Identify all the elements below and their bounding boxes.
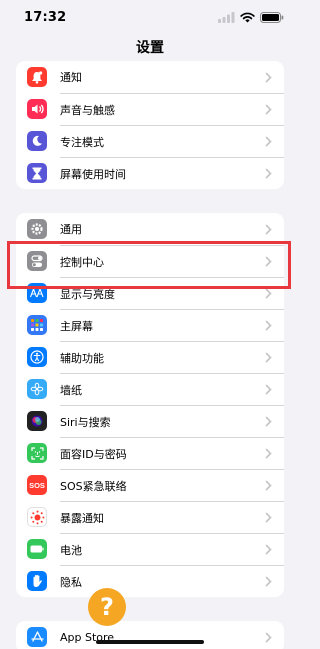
settings-row-faceid-passcode[interactable]: 面容ID与密码 <box>16 437 284 469</box>
page-title: 设置 <box>136 40 164 56</box>
chevron-right-icon <box>265 223 272 235</box>
settings-row-label: 主屏幕 <box>60 319 93 333</box>
settings-row-battery[interactable]: 电池 <box>16 533 284 565</box>
status-bar: 17:32 <box>0 0 300 34</box>
settings-row-app-store[interactable]: App Store <box>16 621 284 649</box>
chevron-right-icon <box>265 104 272 115</box>
battery-icon <box>27 539 47 559</box>
gear-icon <box>27 219 47 239</box>
settings-row-label: Siri与搜索 <box>60 415 111 429</box>
settings-row-label: 面容ID与密码 <box>60 447 127 461</box>
chevron-right-icon <box>265 544 272 555</box>
chevron-right-icon <box>265 576 272 587</box>
settings-row-screen-time[interactable]: 屏幕使用时间 <box>16 157 284 189</box>
settings-row-exposure-notifications[interactable]: 暴露通知 <box>16 501 284 533</box>
sos-icon: SOS <box>27 475 47 495</box>
exposure-icon <box>27 507 47 527</box>
settings-row-home-screen[interactable]: 主屏幕 <box>16 309 284 341</box>
settings-row-emergency-sos[interactable]: SOS SOS紧急联络 <box>16 469 284 501</box>
chevron-right-icon <box>265 168 272 179</box>
chevron-right-icon <box>265 384 272 395</box>
chevron-right-icon <box>265 416 272 427</box>
chevron-right-icon <box>265 256 272 267</box>
settings-row-wallpaper[interactable]: 墙纸 <box>16 373 284 405</box>
settings-row-privacy[interactable]: 隐私 <box>16 565 284 597</box>
chevron-right-icon <box>265 320 272 331</box>
settings-row-label: 屏幕使用时间 <box>60 167 126 181</box>
chevron-right-icon <box>265 288 272 299</box>
siri-icon <box>27 411 47 431</box>
chevron-right-icon <box>265 448 272 459</box>
settings-row-label: 通知 <box>60 71 82 84</box>
battery-status-icon <box>260 11 284 23</box>
settings-row-label: SOS紧急联络 <box>60 479 127 493</box>
settings-row-label: 暴露通知 <box>60 511 104 525</box>
settings-row-label: 电池 <box>60 543 82 557</box>
settings-row-notifications[interactable]: 通知 <box>16 61 284 93</box>
settings-row-label: 辅助功能 <box>60 351 104 365</box>
settings-row-focus[interactable]: 专注模式 <box>16 125 284 157</box>
settings-row-sounds[interactable]: 声音与触感 <box>16 93 284 125</box>
toggles-icon <box>27 251 47 271</box>
settings-row-label: 显示与亮度 <box>60 287 115 301</box>
home-grid-icon <box>27 315 47 335</box>
status-icons <box>218 11 284 23</box>
speaker-icon <box>27 99 47 119</box>
moon-icon <box>27 131 47 151</box>
settings-row-label: 隐私 <box>60 575 82 589</box>
settings-group-2: 通用 控制中心 显示与亮度 主屏幕 辅助功能 墙纸 Siri与搜索 面容ID与密… <box>16 213 284 597</box>
chevron-right-icon <box>265 136 272 147</box>
settings-row-label: 声音与触感 <box>60 103 115 117</box>
settings-group-3: App Store <box>16 621 284 649</box>
settings-row-siri-search[interactable]: Siri与搜索 <box>16 405 284 437</box>
settings-row-label: 墙纸 <box>60 383 82 397</box>
settings-row-label: 专注模式 <box>60 135 104 149</box>
bell-icon <box>27 67 47 87</box>
settings-row-label: 控制中心 <box>60 255 104 269</box>
hourglass-icon <box>27 163 47 183</box>
signal-icon <box>218 11 235 23</box>
settings-row-accessibility[interactable]: 辅助功能 <box>16 341 284 373</box>
settings-row-label: 通用 <box>60 223 82 236</box>
chevron-right-icon <box>265 480 272 491</box>
chevron-right-icon <box>265 71 272 83</box>
chevron-right-icon <box>265 352 272 363</box>
chevron-right-icon <box>265 631 272 643</box>
home-indicator <box>96 640 204 644</box>
chevron-right-icon <box>265 512 272 523</box>
settings-group-1: 通知 声音与触感 专注模式 屏幕使用时间 <box>16 61 284 189</box>
accessibility-icon <box>27 347 47 367</box>
appstore-icon <box>27 627 47 647</box>
settings-row-control-center[interactable]: 控制中心 <box>16 245 284 277</box>
question-mark-icon: ? <box>88 588 126 626</box>
settings-row-display-brightness[interactable]: 显示与亮度 <box>16 277 284 309</box>
status-time: 17:32 <box>24 9 67 25</box>
wifi-icon <box>240 12 255 22</box>
faceid-icon <box>27 443 47 463</box>
svg-text:SOS: SOS <box>29 481 45 489</box>
hand-icon <box>27 571 47 591</box>
settings-row-general[interactable]: 通用 <box>16 213 284 245</box>
flower-icon <box>27 379 47 399</box>
text-size-icon <box>27 283 47 303</box>
